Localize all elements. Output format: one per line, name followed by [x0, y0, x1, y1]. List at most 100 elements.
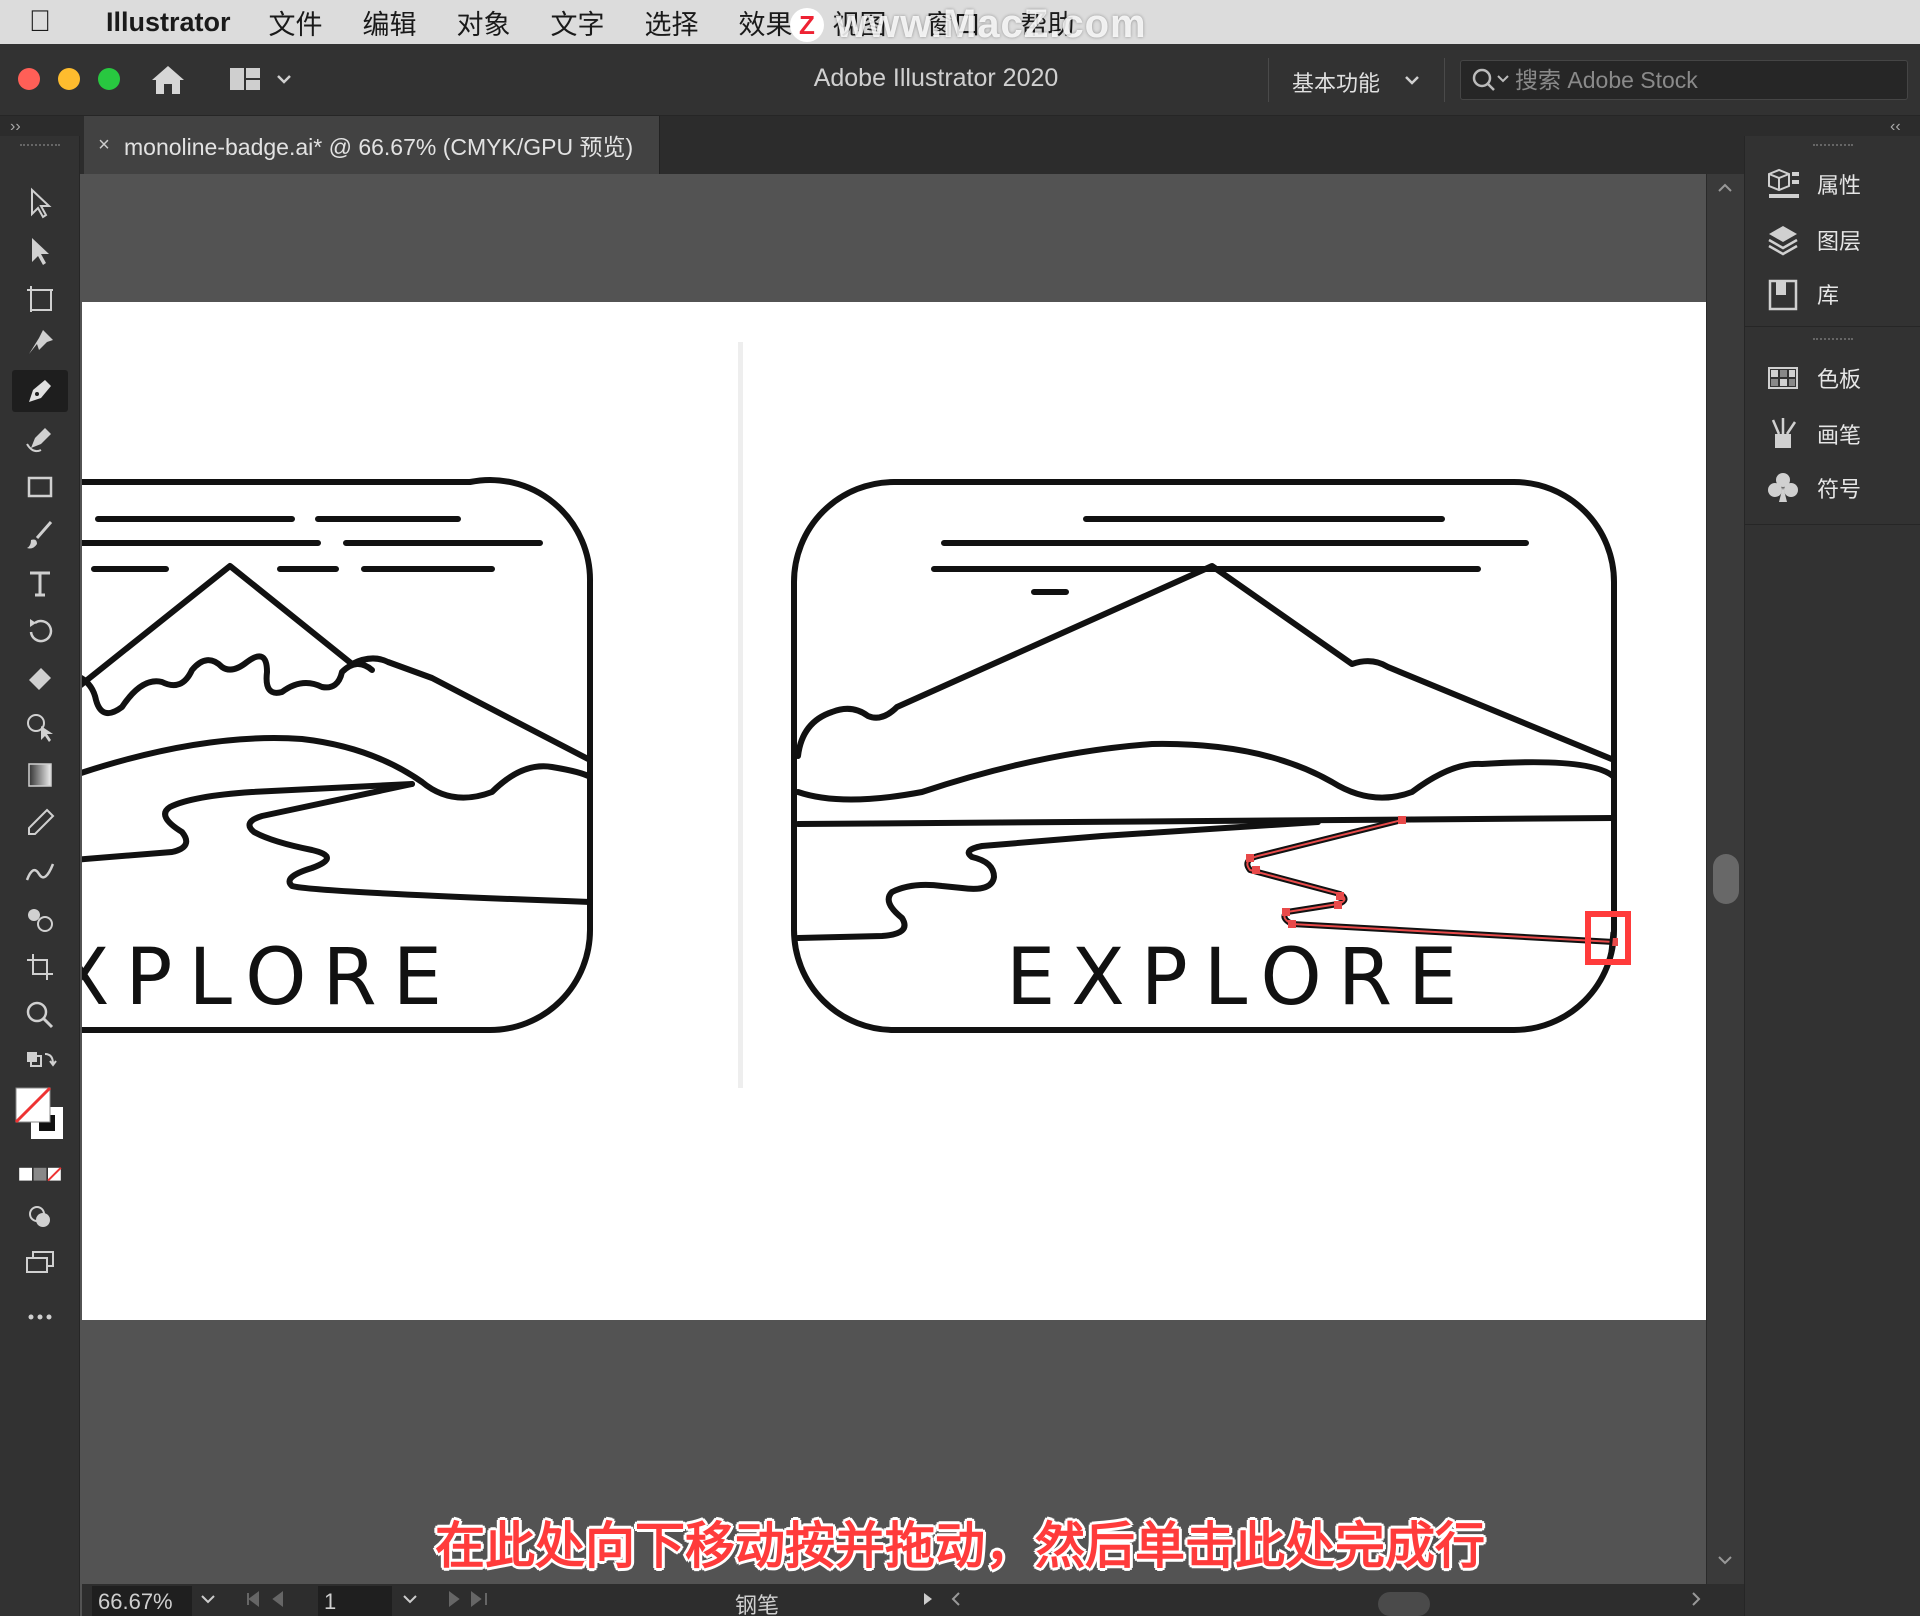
panel-grip[interactable]: [1813, 144, 1853, 150]
workspace-switcher[interactable]: 基本功能: [1292, 66, 1380, 98]
panel-grip[interactable]: [1813, 338, 1853, 344]
panel-brushes[interactable]: 画笔: [1765, 414, 1915, 454]
type-tool[interactable]: [12, 562, 68, 604]
anchor-point[interactable]: [1334, 901, 1342, 909]
swap-fill-stroke[interactable]: [12, 1042, 68, 1084]
scroll-right-icon[interactable]: [1686, 1588, 1706, 1610]
panel-properties[interactable]: 属性: [1765, 164, 1915, 204]
eraser-icon: [29, 668, 51, 690]
collapse-panels-icon[interactable]: ‹‹: [1890, 118, 1901, 136]
gradient-tool[interactable]: [12, 754, 68, 796]
panel-layers[interactable]: 图层: [1765, 220, 1915, 260]
symbol-sprayer-icon: [28, 909, 53, 932]
direct-selection-tool[interactable]: [12, 230, 68, 272]
badge-right-shoreline: [795, 815, 1617, 827]
paintbrush-icon: [27, 521, 53, 549]
close-tab-icon[interactable]: ×: [84, 134, 124, 157]
eraser-tool[interactable]: [12, 658, 68, 700]
badge-left-river-bottom: [246, 781, 593, 905]
rotate-icon: [29, 619, 53, 643]
artboard-number-field[interactable]: 1: [318, 1586, 392, 1616]
search-icon[interactable]: [1470, 66, 1510, 96]
menu-effect[interactable]: 效果: [739, 3, 793, 42]
watermark-text: www.MacZ.com: [836, 2, 1147, 46]
next-last-artboard-icon[interactable]: [442, 1588, 502, 1610]
anchor-point[interactable]: [1282, 908, 1290, 916]
badge-left-sky-lines: [82, 516, 543, 572]
artwork[interactable]: XPLORE EXPLORE: [82, 302, 1706, 1320]
scroll-left-icon[interactable]: [946, 1588, 966, 1610]
selection-arrow-icon: [31, 187, 52, 219]
rotate-tool[interactable]: [12, 610, 68, 652]
menu-edit[interactable]: 编辑: [363, 3, 417, 42]
properties-icon: [1768, 168, 1799, 198]
eyedropper-tool[interactable]: [12, 802, 68, 844]
blend-tool[interactable]: [12, 850, 68, 892]
paintbrush-tool[interactable]: [12, 514, 68, 556]
artboard[interactable]: XPLORE EXPLORE: [82, 302, 1706, 1320]
vertical-scrollbar[interactable]: [1706, 174, 1744, 1584]
panel-layers-label: 图层: [1817, 229, 1862, 254]
badge-right-river-left: [795, 819, 1321, 941]
artboard-dropdown-icon[interactable]: [400, 1588, 420, 1610]
gradient-icon: [28, 763, 52, 787]
selection-tool[interactable]: [12, 182, 68, 224]
badge-left-snow-cap: [82, 653, 375, 717]
badge-left-mountain: [82, 563, 355, 688]
document-tab[interactable]: × monoline-badge.ai* @ 66.67% (CMYK/GPU …: [84, 116, 660, 174]
app-title-bar: Adobe Illustrator 2020 基本功能 搜索 Adobe Sto…: [0, 44, 1920, 116]
pen-cursor-icon: [1608, 931, 1614, 953]
scroll-up-icon[interactable]: [1715, 178, 1735, 198]
perspective-tool[interactable]: [12, 946, 68, 988]
panel-swatches[interactable]: 色板: [1765, 358, 1915, 398]
canvas-area[interactable]: XPLORE EXPLORE: [82, 174, 1706, 1584]
fill-stroke-icon: [14, 1086, 63, 1139]
symbol-sprayer-tool[interactable]: [12, 898, 68, 940]
anchor-point[interactable]: [1252, 866, 1260, 874]
chevron-down-icon[interactable]: [1402, 70, 1422, 90]
adobe-stock-search-input[interactable]: 搜索 Adobe Stock: [1460, 60, 1908, 100]
menu-app-name[interactable]: Illustrator: [106, 7, 231, 38]
fill-stroke-swatch[interactable]: [12, 1082, 68, 1152]
zoom-level-field[interactable]: 66.67%: [92, 1586, 192, 1616]
badge-right-hills: [795, 740, 1617, 803]
anchor-point[interactable]: [1246, 854, 1254, 862]
divider: [1745, 326, 1920, 327]
color-mode-buttons[interactable]: [12, 1160, 68, 1190]
rectangle-tool[interactable]: [12, 466, 68, 508]
badge-right-text[interactable]: EXPLORE: [1006, 933, 1473, 1023]
panel-grip[interactable]: [20, 144, 60, 150]
status-menu-icon[interactable]: [918, 1588, 938, 1610]
artboard-tool[interactable]: [12, 278, 68, 320]
horizontal-scroll-thumb[interactable]: [1378, 1592, 1430, 1616]
edit-toolbar-button[interactable]: [12, 1296, 68, 1338]
artboard-divider: [738, 342, 743, 1088]
curvature-tool[interactable]: [12, 418, 68, 460]
layers-icon: [1768, 226, 1798, 256]
anchor-point[interactable]: [1398, 816, 1406, 824]
panel-symbols[interactable]: 符号: [1765, 468, 1915, 508]
vertical-scroll-thumb[interactable]: [1713, 854, 1739, 904]
draw-mode-tool[interactable]: [12, 1196, 68, 1238]
pen-icon: [29, 380, 51, 402]
swap-colors-icon: [27, 1052, 57, 1067]
menu-file[interactable]: 文件: [269, 3, 323, 42]
zoom-dropdown-icon[interactable]: [198, 1588, 218, 1610]
shape-builder-tool[interactable]: [12, 706, 68, 748]
watermark-badge: Z: [790, 8, 824, 42]
anchor-point[interactable]: [1288, 920, 1296, 928]
menu-object[interactable]: 对象: [457, 3, 511, 42]
panel-libraries[interactable]: 库: [1765, 274, 1915, 314]
pen-tool[interactable]: [12, 370, 68, 412]
anchor-point[interactable]: [1336, 892, 1344, 900]
badge-left-text[interactable]: XPLORE: [82, 933, 458, 1023]
first-previous-artboard-icon[interactable]: [242, 1588, 302, 1610]
menu-select[interactable]: 选择: [645, 3, 699, 42]
draw-mode-icon: [29, 1206, 50, 1227]
zoom-tool[interactable]: [12, 994, 68, 1036]
collapse-toolbar-icon[interactable]: ››: [10, 118, 21, 136]
apple-icon[interactable]: : [0, 5, 80, 39]
screen-mode-tool[interactable]: [12, 1242, 68, 1284]
menu-type[interactable]: 文字: [551, 3, 605, 42]
puppet-warp-tool[interactable]: [12, 322, 68, 364]
